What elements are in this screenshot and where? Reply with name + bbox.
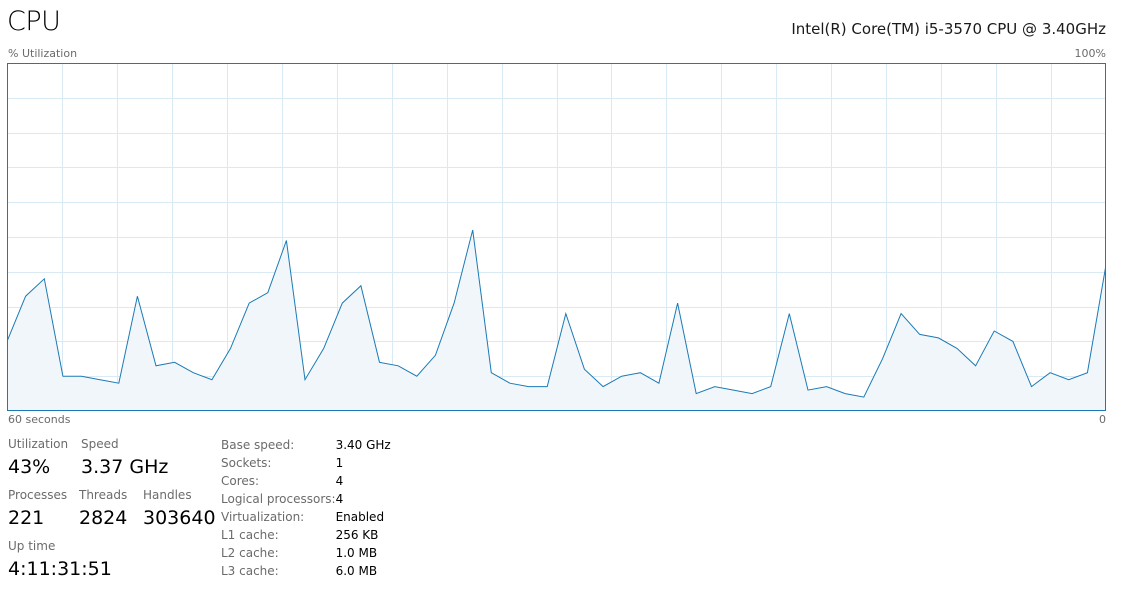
detail-key: Sockets:: [221, 456, 272, 470]
handles-label: Handles: [143, 488, 192, 502]
detail-value: 256 KB: [335, 528, 379, 542]
cpu-details-table: Base speed: 3.40 GHz Sockets: 1 Cores: 4 Lo…: [221, 436, 391, 580]
utilization-label: Utilization: [8, 437, 69, 451]
detail-key: Logical processors:: [221, 492, 336, 506]
graph-x-right-label: 0: [1099, 413, 1106, 426]
detail-row-l1-cache: L1 cache: 256 KB: [221, 526, 391, 544]
processes-label: Processes: [8, 488, 68, 502]
detail-value: 6.0 MB: [335, 564, 378, 578]
detail-row-l2-cache: L2 cache: 1.0 MB: [221, 544, 391, 562]
page-title: CPU: [7, 6, 61, 37]
detail-value: 3.40 GHz: [335, 438, 391, 452]
uptime-value: 4:11:31:51: [8, 558, 112, 580]
uptime-label: Up time: [8, 539, 56, 553]
detail-value: 4: [335, 492, 344, 506]
detail-row-cores: Cores: 4: [221, 472, 391, 490]
detail-key: Cores:: [221, 474, 260, 488]
graph-y-max-label: 100%: [1074, 47, 1106, 60]
processes-value: 221: [8, 507, 45, 529]
cpu-details: Base speed: 3.40 GHz Sockets: 1 Cores: 4 Lo…: [221, 436, 391, 580]
speed-value: 3.37 GHz: [81, 456, 169, 478]
detail-value: 4: [335, 474, 344, 488]
detail-row-base-speed: Base speed: 3.40 GHz: [221, 436, 391, 454]
graph-y-label: % Utilization: [8, 47, 78, 60]
detail-row-logical-processors: Logical processors: 4: [221, 490, 391, 508]
detail-row-virtualization: Virtualization: Enabled: [221, 508, 391, 526]
detail-key: Virtualization:: [221, 510, 305, 524]
detail-row-sockets: Sockets: 1: [221, 454, 391, 472]
threads-label: Threads: [79, 488, 128, 502]
detail-value: 1.0 MB: [335, 546, 378, 560]
speed-label: Speed: [81, 437, 119, 451]
cpu-utilization-graph: [7, 63, 1106, 411]
detail-key: L1 cache:: [221, 528, 279, 542]
handles-value: 303640: [143, 507, 216, 529]
threads-value: 2824: [79, 507, 128, 529]
detail-row-l3-cache: L3 cache: 6.0 MB: [221, 562, 391, 580]
graph-x-left-label: 60 seconds: [8, 413, 71, 426]
detail-value: Enabled: [335, 510, 385, 524]
utilization-value: 43%: [8, 456, 51, 478]
detail-key: L3 cache:: [221, 564, 279, 578]
cpu-model-name: Intel(R) Core(TM) i5-3570 CPU @ 3.40GHz: [791, 20, 1106, 38]
detail-key: L2 cache:: [221, 546, 279, 560]
detail-value: 1: [335, 456, 344, 470]
detail-key: Base speed:: [221, 438, 295, 452]
